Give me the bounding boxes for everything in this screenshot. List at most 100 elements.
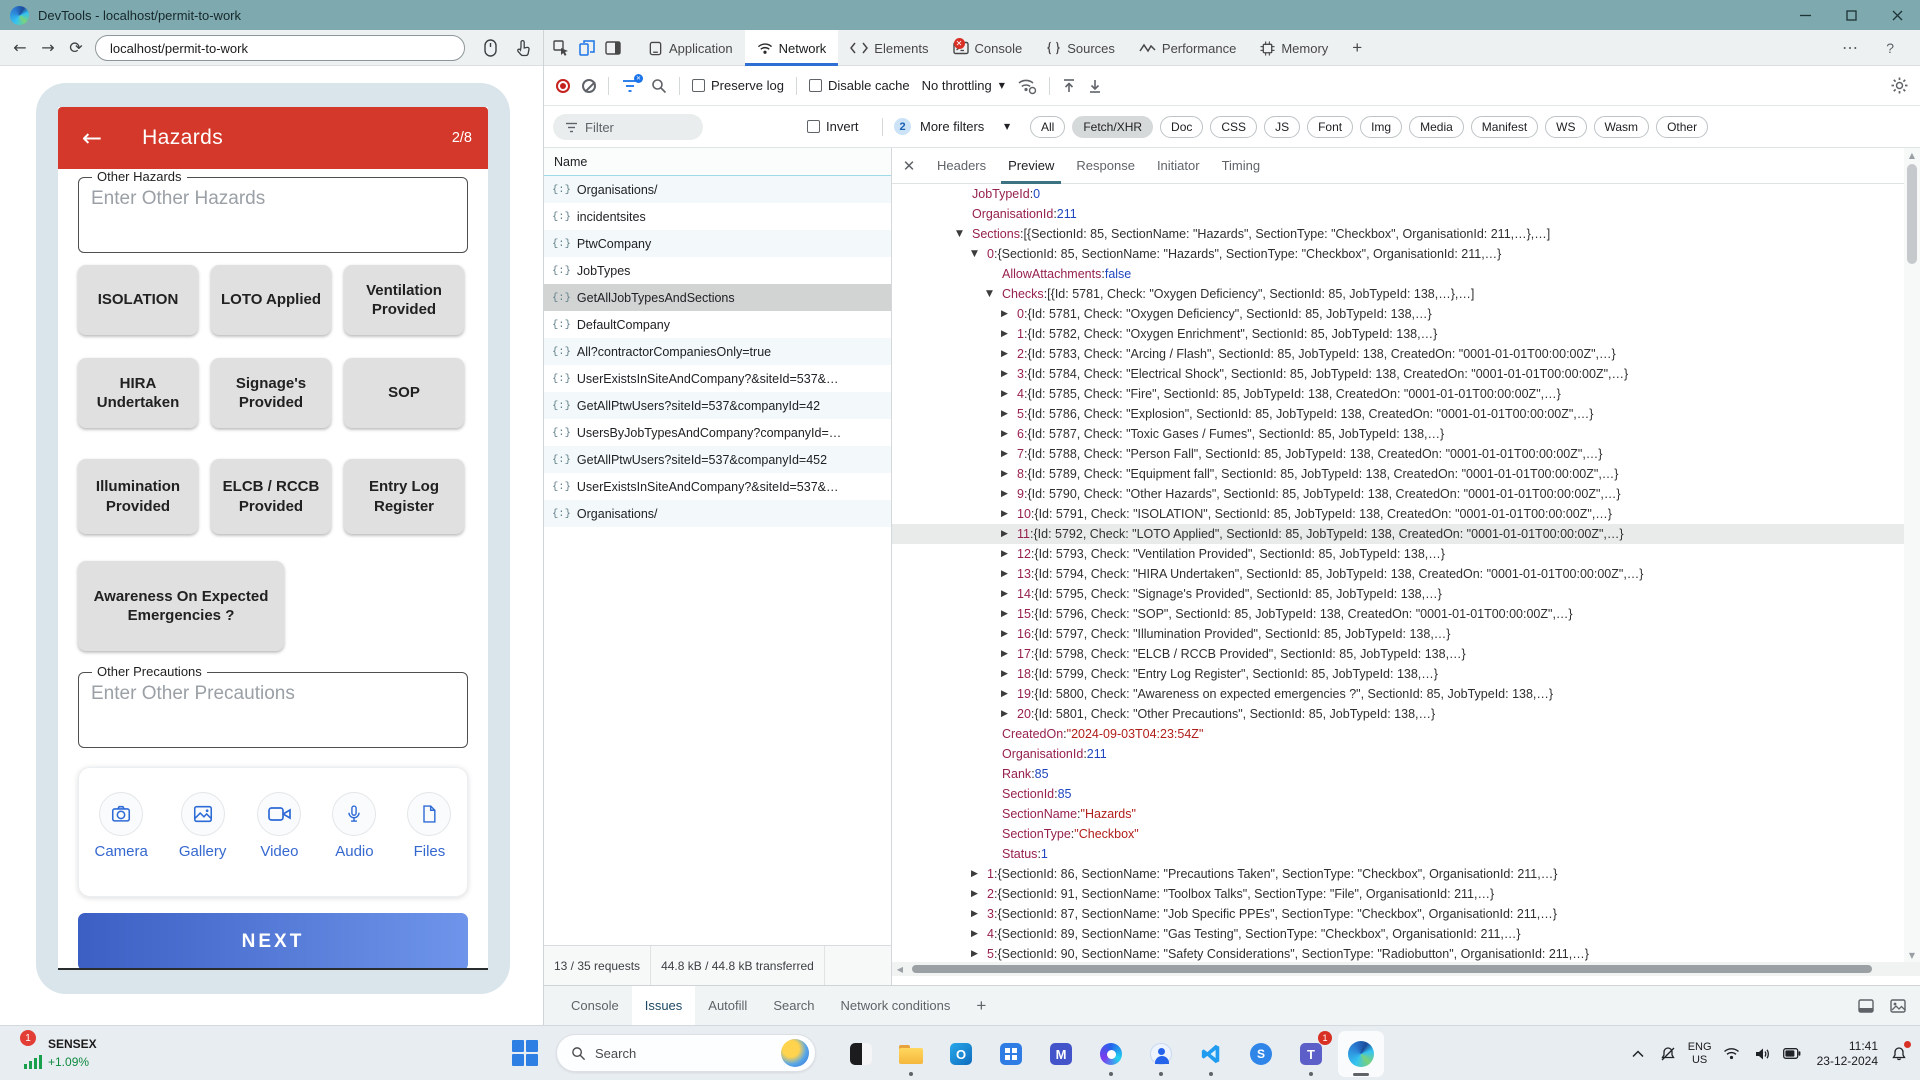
collapse-arrow-icon[interactable]: ▶ xyxy=(1001,469,1017,479)
collapse-arrow-icon[interactable]: ▶ xyxy=(1001,549,1017,559)
taskbar-app-vscode[interactable] xyxy=(1188,1031,1234,1077)
json-line[interactable]: ▶3: {Id: 5784, Check: "Electrical Shock"… xyxy=(892,364,1904,384)
devtools-help-icon[interactable]: ? xyxy=(1886,30,1894,66)
json-line[interactable]: SectionName: "Hazards" xyxy=(892,804,1904,824)
preview-horizontal-scrollbar[interactable]: ◀ xyxy=(892,962,1920,976)
collapse-arrow-icon[interactable]: ▶ xyxy=(1001,609,1017,619)
json-line[interactable]: ▶7: {Id: 5788, Check: "Person Fall", Sec… xyxy=(892,444,1904,464)
json-line[interactable]: ▶9: {Id: 5790, Check: "Other Hazards", S… xyxy=(892,484,1904,504)
battery-icon[interactable] xyxy=(1777,1034,1807,1074)
request-row[interactable]: {:}GetAllPtwUsers?siteId=537&companyId=4… xyxy=(544,392,891,419)
chip-fetch-xhr[interactable]: Fetch/XHR xyxy=(1072,116,1153,138)
record-network-log-icon[interactable] xyxy=(556,79,570,93)
collapse-arrow-icon[interactable]: ▶ xyxy=(1001,329,1017,339)
taskbar-app-phone-link[interactable] xyxy=(838,1031,884,1077)
json-line[interactable]: ▶2: {SectionId: 91, SectionName: "Toolbo… xyxy=(892,884,1904,904)
tab-memory[interactable]: Memory xyxy=(1248,30,1340,66)
invert-checkbox[interactable]: Invert xyxy=(807,119,859,134)
json-line[interactable]: ▶18: {Id: 5799, Check: "Entry Log Regist… xyxy=(892,664,1904,684)
language-indicator[interactable]: ENGUS xyxy=(1683,1041,1717,1067)
stock-widget[interactable]: 1 SENSEX +1.09% xyxy=(18,1031,148,1076)
scrollbar-thumb[interactable] xyxy=(912,965,1872,973)
chip-wasm[interactable]: Wasm xyxy=(1594,116,1650,138)
collapse-arrow-icon[interactable]: ▶ xyxy=(1001,709,1017,719)
request-row[interactable]: {:}JobTypes xyxy=(544,257,891,284)
request-row[interactable]: {:}UserExistsInSiteAndCompany?&siteId=53… xyxy=(544,365,891,392)
tab-performance[interactable]: Performance xyxy=(1127,30,1248,66)
json-line[interactable]: ▶2: {Id: 5783, Check: "Arcing / Flash", … xyxy=(892,344,1904,364)
request-row[interactable]: {:}GetAllJobTypesAndSections xyxy=(544,284,891,311)
dock-side-icon[interactable] xyxy=(600,34,626,62)
inspect-element-icon[interactable] xyxy=(548,34,574,62)
json-line[interactable]: ▶8: {Id: 5789, Check: "Equipment fall", … xyxy=(892,464,1904,484)
maximize-button[interactable] xyxy=(1828,0,1874,30)
preview-vertical-scrollbar[interactable]: ▲ ▼ xyxy=(1904,148,1920,962)
collapse-arrow-icon[interactable]: ▶ xyxy=(1001,429,1017,439)
chip-css[interactable]: CSS xyxy=(1210,116,1257,138)
preserve-log-checkbox[interactable]: Preserve log xyxy=(692,78,784,93)
tab-application[interactable]: Application xyxy=(636,30,745,66)
dock-bottom-icon[interactable] xyxy=(1858,999,1874,1013)
json-line[interactable]: AllowAttachments: false xyxy=(892,264,1904,284)
json-line[interactable]: ▶0: {Id: 5781, Check: "Oxygen Deficiency… xyxy=(892,304,1904,324)
json-line[interactable]: ▶4: {SectionId: 89, SectionName: "Gas Te… xyxy=(892,924,1904,944)
hazard-button-hira-undertaken[interactable]: HIRA Undertaken xyxy=(78,358,198,428)
chip-manifest[interactable]: Manifest xyxy=(1471,116,1538,138)
drawer-tab-autofill[interactable]: Autofill xyxy=(695,986,760,1026)
hazard-button-illumination-provided[interactable]: Illumination Provided xyxy=(78,459,198,534)
drawer-tab-console[interactable]: Console xyxy=(558,986,632,1026)
json-line[interactable]: ▶20: {Id: 5801, Check: "Other Precaution… xyxy=(892,704,1904,724)
request-row[interactable]: {:}Organisations/ xyxy=(544,176,891,203)
throttling-dropdown[interactable]: No throttling▼ xyxy=(922,78,1005,93)
network-conditions-icon[interactable] xyxy=(1017,77,1037,95)
collapse-arrow-icon[interactable]: ▶ xyxy=(1001,389,1017,399)
chip-js[interactable]: JS xyxy=(1264,116,1300,138)
json-line[interactable]: ▶15: {Id: 5796, Check: "SOP", SectionId:… xyxy=(892,604,1904,624)
filter-toggle-icon[interactable]: ✕ xyxy=(621,78,639,94)
hazard-button-sop[interactable]: SOP xyxy=(344,358,464,428)
export-har-icon[interactable] xyxy=(1088,78,1102,94)
collapse-arrow-icon[interactable]: ▶ xyxy=(971,889,987,899)
hazard-button-entry-log-register[interactable]: Entry Log Register xyxy=(344,459,464,534)
wifi-icon[interactable] xyxy=(1717,1034,1747,1074)
hazard-button-elcb-rccb-provided[interactable]: ELCB / RCCB Provided xyxy=(211,459,331,534)
chip-font[interactable]: Font xyxy=(1307,116,1353,138)
json-line[interactable]: OrganisationId: 211 xyxy=(892,204,1904,224)
expand-arrow-icon[interactable]: ▼ xyxy=(971,249,987,259)
collapse-arrow-icon[interactable]: ▶ xyxy=(1001,669,1017,679)
collapse-arrow-icon[interactable]: ▶ xyxy=(1001,569,1017,579)
scroll-down-arrow[interactable]: ▼ xyxy=(1904,948,1920,962)
json-line[interactable]: ▶17: {Id: 5798, Check: "ELCB / RCCB Prov… xyxy=(892,644,1904,664)
tab-network[interactable]: Network xyxy=(745,30,839,66)
list-preview-divider[interactable] xyxy=(891,148,892,985)
close-button[interactable] xyxy=(1874,0,1920,30)
reload-button[interactable]: ⟳ xyxy=(62,34,90,62)
taskbar-clock[interactable]: 11:4123-12-2024 xyxy=(1817,1039,1878,1069)
json-line[interactable]: ▶3: {SectionId: 87, SectionName: "Job Sp… xyxy=(892,904,1904,924)
collapse-arrow-icon[interactable]: ▶ xyxy=(971,929,987,939)
search-network-icon[interactable] xyxy=(651,78,667,94)
json-line[interactable]: ▶12: {Id: 5793, Check: "Ventilation Prov… xyxy=(892,544,1904,564)
json-line[interactable]: ▶6: {Id: 5787, Check: "Toxic Gases / Fum… xyxy=(892,424,1904,444)
json-line[interactable]: ▶4: {Id: 5785, Check: "Fire", SectionId:… xyxy=(892,384,1904,404)
media-button-audio[interactable]: Audio xyxy=(332,792,376,860)
forward-button[interactable]: → xyxy=(34,34,62,62)
add-tab-button[interactable]: + xyxy=(1340,30,1374,66)
other-precautions-field[interactable]: Other Precautions Enter Other Precaution… xyxy=(78,672,468,748)
drawer-tab-network-conditions[interactable]: Network conditions xyxy=(828,986,964,1026)
import-har-icon[interactable] xyxy=(1062,78,1076,94)
chip-ws[interactable]: WS xyxy=(1545,116,1586,138)
media-button-files[interactable]: Files xyxy=(407,792,451,860)
hidden-icons-chevron[interactable] xyxy=(1623,1034,1653,1074)
expand-arrow-icon[interactable]: ▼ xyxy=(986,289,1002,299)
touch-mode-icon[interactable] xyxy=(510,37,534,59)
taskbar-app-edge[interactable] xyxy=(1338,1031,1384,1077)
collapse-arrow-icon[interactable]: ▶ xyxy=(1001,489,1017,499)
collapse-arrow-icon[interactable]: ▶ xyxy=(971,909,987,919)
collapse-arrow-icon[interactable]: ▶ xyxy=(971,949,987,959)
collapse-arrow-icon[interactable]: ▶ xyxy=(1001,369,1017,379)
scroll-left-arrow[interactable]: ◀ xyxy=(892,962,908,976)
collapse-arrow-icon[interactable]: ▶ xyxy=(1001,449,1017,459)
taskbar-app-outlook[interactable]: O xyxy=(938,1031,984,1077)
scrollbar-thumb[interactable] xyxy=(1907,164,1917,264)
